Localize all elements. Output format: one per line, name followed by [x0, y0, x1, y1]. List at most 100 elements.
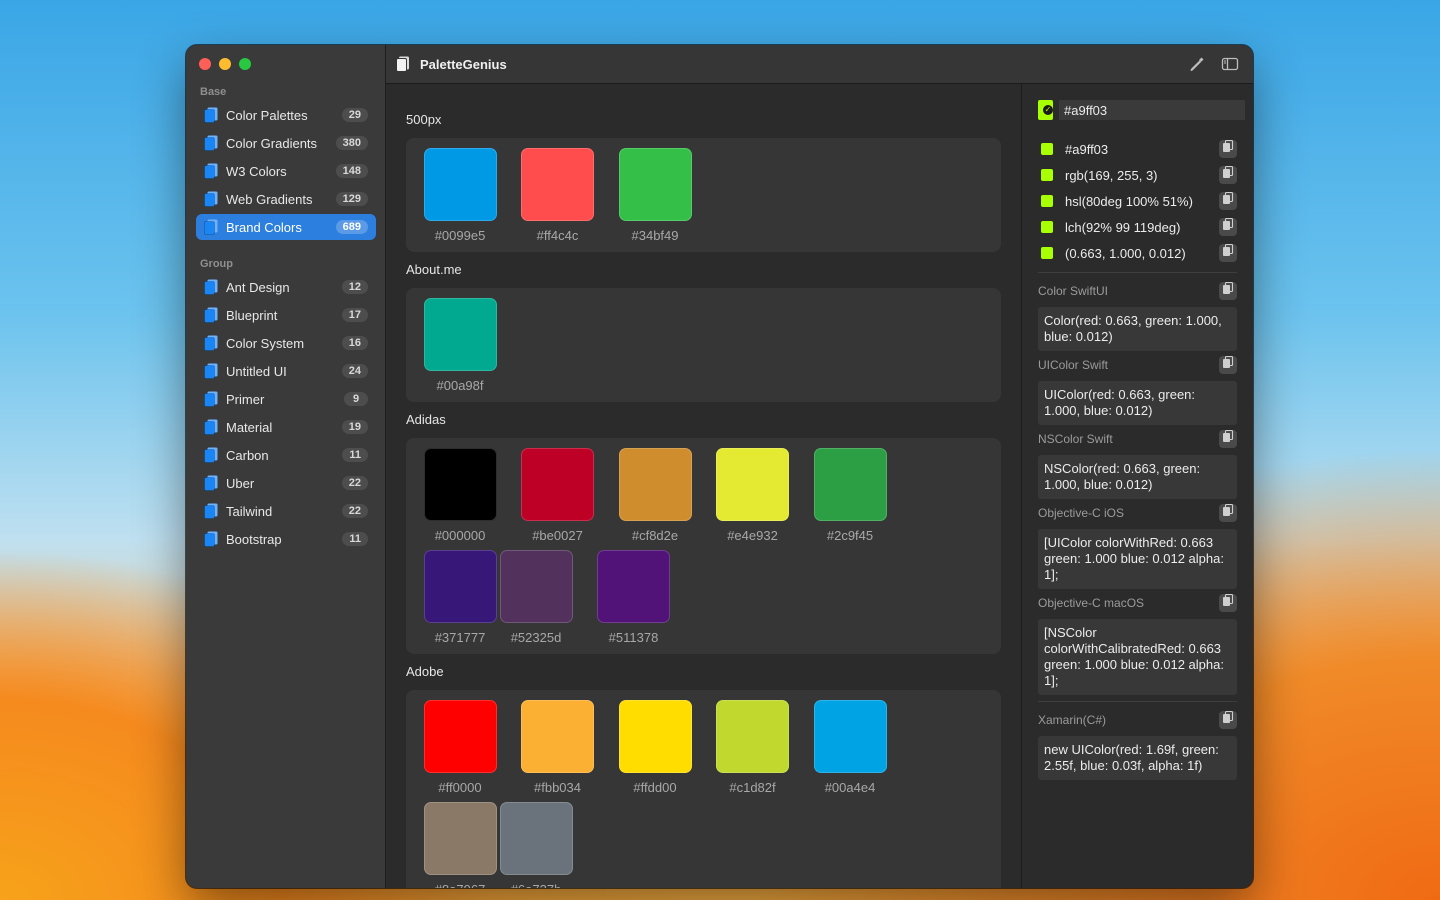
color-swatch[interactable]: #e4e932: [715, 448, 791, 546]
eyedropper-icon[interactable]: [1189, 56, 1205, 72]
color-format-row: #a9ff03: [1038, 136, 1237, 162]
color-swatch[interactable]: #00a98f: [422, 298, 498, 396]
color-chip[interactable]: [423, 448, 497, 521]
color-chip[interactable]: [597, 550, 670, 623]
color-swatch[interactable]: #cf8d2e: [617, 448, 693, 546]
sidebar-item-untitled-ui[interactable]: Untitled UI 24: [196, 358, 376, 384]
code-snippet-title: NSColor Swift: [1038, 432, 1113, 446]
sidebar-item-uber[interactable]: Uber 22: [196, 470, 376, 496]
color-swatch[interactable]: #fbb034: [520, 700, 596, 798]
color-swatch[interactable]: #8a7967: [422, 802, 498, 888]
color-format-value: hsl(80deg 100% 51%): [1065, 193, 1193, 209]
color-chip[interactable]: [716, 700, 789, 773]
sidebar-item-tailwind[interactable]: Tailwind 22: [196, 498, 376, 524]
color-hex-label: #8a7967: [422, 882, 498, 888]
color-chip[interactable]: [423, 802, 497, 875]
color-swatch[interactable]: #52325d: [498, 550, 574, 648]
sidebar-item-material[interactable]: Material 19: [196, 414, 376, 440]
color-swatch[interactable]: #511378: [596, 550, 672, 648]
sidebar-item-label: Color System: [226, 335, 305, 351]
copy-button[interactable]: [1219, 429, 1237, 448]
color-format-list: #a9ff03 rgb(169, 255, 3) hsl(80deg 100% 51…: [1038, 136, 1237, 266]
copy-button[interactable]: [1219, 139, 1237, 158]
color-swatch[interactable]: #371777: [422, 550, 498, 648]
color-chip[interactable]: [521, 148, 594, 221]
sidebar-item-brand-colors[interactable]: Brand Colors 689: [196, 214, 376, 240]
code-snippet-text[interactable]: new UIColor(red: 1.69f, green: 2.55f, bl…: [1038, 736, 1237, 780]
color-swatch[interactable]: #6a737b: [498, 802, 574, 888]
color-chip[interactable]: [618, 148, 692, 221]
code-snippet-text[interactable]: NSColor(red: 0.663, green: 1.000, blue: …: [1038, 455, 1237, 499]
count-badge: 22: [341, 504, 368, 518]
color-swatch[interactable]: #ff0000: [422, 700, 498, 798]
content-area: 500px #0099e5 #ff4c4c #34bf49 About.me #00a98…: [386, 84, 1253, 888]
sidebar-section-title: Base: [200, 86, 227, 98]
color-format-row: lch(92% 99 119deg): [1038, 214, 1237, 240]
selected-color-well[interactable]: ✓: [1038, 100, 1053, 120]
sidebar-item-color-gradients[interactable]: Color Gradients 380: [196, 130, 376, 156]
code-snippet-text[interactable]: [NSColor colorWithCalibratedRed: 0.663 g…: [1038, 619, 1237, 695]
sidebar-item-color-system[interactable]: Color System 16: [196, 330, 376, 356]
code-snippet-header: Xamarin(C#): [1038, 708, 1237, 732]
copy-button[interactable]: [1219, 165, 1237, 184]
minimize-window-button[interactable]: [219, 58, 231, 70]
color-swatch[interactable]: #be0027: [520, 448, 596, 546]
color-swatch[interactable]: #34bf49: [617, 148, 693, 246]
color-chip[interactable]: [423, 148, 497, 221]
color-swatch[interactable]: #ffdd00: [617, 700, 693, 798]
color-format-value: lch(92% 99 119deg): [1065, 219, 1181, 235]
color-chip[interactable]: [716, 448, 789, 521]
color-chip[interactable]: [423, 298, 497, 371]
copy-button[interactable]: [1219, 710, 1237, 729]
sidebar-item-blueprint[interactable]: Blueprint 17: [196, 302, 376, 328]
code-snippet-text[interactable]: UIColor(red: 0.663, green: 1.000, blue: …: [1038, 381, 1237, 425]
copy-button[interactable]: [1219, 355, 1237, 374]
color-chip[interactable]: [499, 550, 573, 623]
color-swatch[interactable]: #2c9f45: [812, 448, 888, 546]
document-stack-icon: [204, 191, 218, 207]
copy-button[interactable]: [1219, 281, 1237, 300]
count-badge: 11: [342, 448, 368, 462]
color-chip[interactable]: [423, 550, 497, 623]
sidebar-item-carbon[interactable]: Carbon 11: [196, 442, 376, 468]
sidebar-item-primer[interactable]: Primer 9: [196, 386, 376, 412]
sidebar-item-w3-colors[interactable]: W3 Colors 148: [196, 158, 376, 184]
color-chip[interactable]: [521, 700, 594, 773]
color-swatch[interactable]: #0099e5: [422, 148, 498, 246]
document-stack-icon: [204, 531, 218, 547]
color-chip[interactable]: [813, 700, 887, 773]
code-snippet-text[interactable]: Color(red: 0.663, green: 1.000, blue: 0.…: [1038, 307, 1237, 351]
copy-button[interactable]: [1219, 191, 1237, 210]
sidebar-item-ant-design[interactable]: Ant Design 12: [196, 274, 376, 300]
hex-input[interactable]: [1059, 100, 1245, 120]
color-chip[interactable]: [423, 700, 497, 773]
sidebar-item-bootstrap[interactable]: Bootstrap 11: [196, 526, 376, 552]
color-chip[interactable]: [618, 448, 692, 521]
zoom-window-button[interactable]: [239, 58, 251, 70]
color-swatch[interactable]: #c1d82f: [715, 700, 791, 798]
color-format-row: hsl(80deg 100% 51%): [1038, 188, 1237, 214]
color-hex-label: #6a737b: [498, 882, 574, 888]
copy-button[interactable]: [1219, 243, 1237, 262]
color-swatch[interactable]: #ff4c4c: [520, 148, 596, 246]
sidebar-item-color-palettes[interactable]: Color Palettes 29: [196, 102, 376, 128]
sidebar-toggle-icon[interactable]: [1221, 56, 1239, 72]
sidebar-item-web-gradients[interactable]: Web Gradients 129: [196, 186, 376, 212]
close-window-button[interactable]: [199, 58, 211, 70]
color-chip[interactable]: [499, 802, 573, 875]
color-chip[interactable]: [618, 700, 692, 773]
copy-button[interactable]: [1219, 503, 1237, 522]
color-preview-chip: [1041, 247, 1053, 259]
code-snippet-title: UIColor Swift: [1038, 358, 1109, 372]
color-hex-label: #371777: [434, 630, 486, 645]
color-swatch[interactable]: #000000: [422, 448, 498, 546]
color-format-row: rgb(169, 255, 3): [1038, 162, 1237, 188]
copy-button[interactable]: [1219, 593, 1237, 612]
color-swatch[interactable]: #00a4e4: [812, 700, 888, 798]
color-chip[interactable]: [521, 448, 594, 521]
code-snippet-text[interactable]: [UIColor colorWithRed: 0.663 green: 1.00…: [1038, 529, 1237, 589]
document-stack-icon: [204, 219, 218, 235]
color-preview-chip: [1041, 143, 1053, 155]
color-chip[interactable]: [813, 448, 887, 521]
copy-button[interactable]: [1219, 217, 1237, 236]
